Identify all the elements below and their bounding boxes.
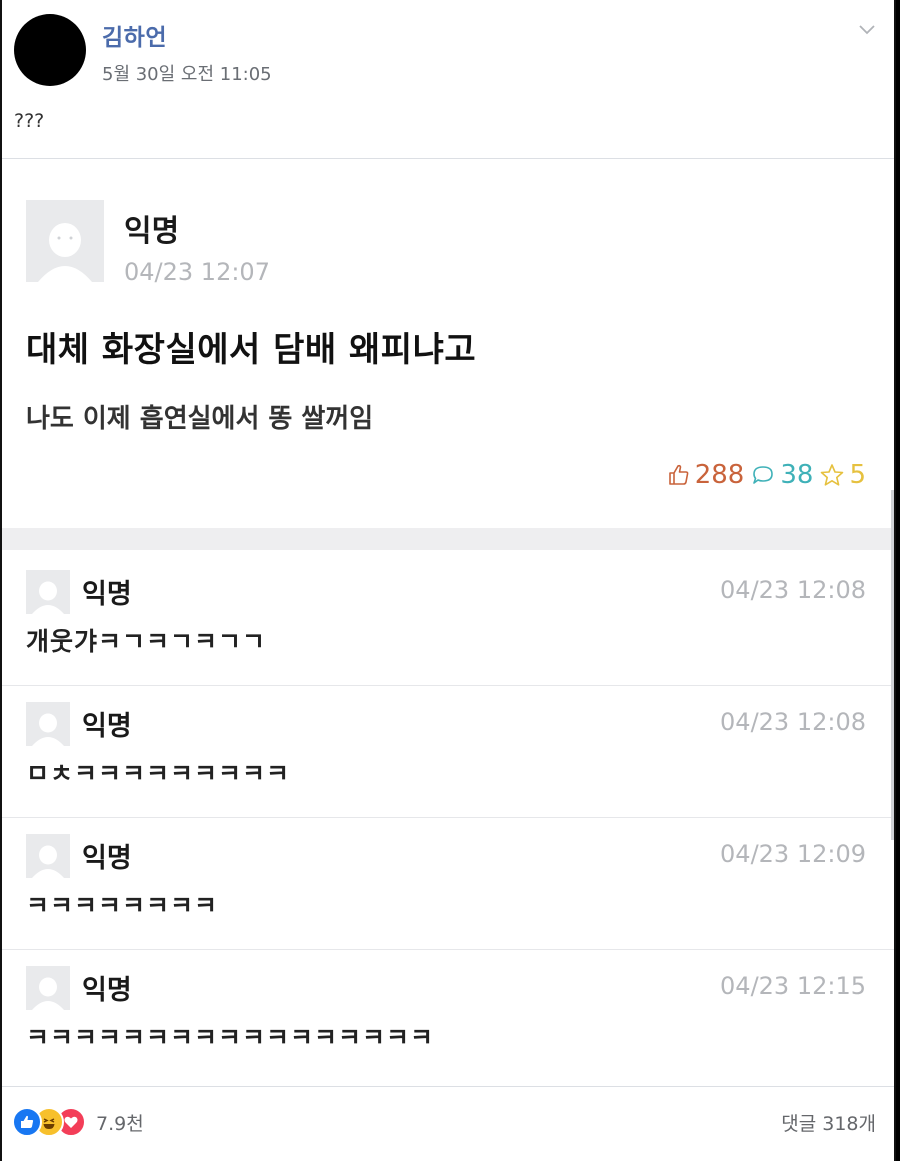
- section-divider: [2, 528, 894, 550]
- like-stat: 288: [667, 460, 745, 490]
- default-profile-icon: [26, 200, 104, 282]
- comment-time: 04/23 12:08: [720, 708, 866, 736]
- default-profile-icon: [26, 570, 70, 614]
- shared-post-stats: 288 38 5: [667, 460, 866, 490]
- comment-item: 익명 04/23 12:15 ㅋㅋㅋㅋㅋㅋㅋㅋㅋㅋㅋㅋㅋㅋㅋㅋㅋ: [2, 950, 894, 1081]
- facebook-post: 김하언 5월 30일 오전 11:05 ??? 익명 04/23 12:07 대…: [0, 0, 896, 1161]
- comment-avatar: [26, 966, 70, 1010]
- reaction-count[interactable]: 7.9천: [96, 1109, 144, 1136]
- default-profile-icon: [26, 834, 70, 878]
- comment-author: 익명: [82, 843, 132, 874]
- chevron-down-icon[interactable]: [858, 20, 876, 38]
- comment-count-stat: 38: [780, 460, 814, 490]
- shared-post-body: 나도 이제 흡연실에서 똥 쌀꺼임: [26, 404, 374, 434]
- default-profile-icon: [26, 702, 70, 746]
- comment-item: 익명 04/23 12:08 ㅁㅊㅋㅋㅋㅋㅋㅋㅋㅋㅋ: [2, 686, 894, 818]
- reaction-summary[interactable]: 7.9천: [12, 1107, 144, 1137]
- comment-avatar: [26, 702, 70, 746]
- comment-text: ㅋㅋㅋㅋㅋㅋㅋㅋ: [26, 891, 219, 920]
- comment-time: 04/23 12:09: [720, 840, 866, 868]
- comment-text: ㅋㅋㅋㅋㅋㅋㅋㅋㅋㅋㅋㅋㅋㅋㅋㅋㅋ: [26, 1023, 435, 1052]
- post-header: 김하언 5월 30일 오전 11:05 ???: [2, 0, 894, 159]
- like-icon: [12, 1107, 42, 1137]
- speech-bubble-icon: [753, 466, 774, 484]
- comment-author: 익명: [82, 711, 132, 742]
- comment-avatar: [26, 834, 70, 878]
- post-footer: 7.9천 댓글 318개: [2, 1086, 894, 1161]
- comment-avatar: [26, 570, 70, 614]
- star-icon: [821, 464, 844, 486]
- comment-author: 익명: [82, 579, 132, 610]
- scrap-stat: 5: [819, 460, 866, 490]
- post-timestamp[interactable]: 5월 30일 오전 11:05: [102, 60, 272, 86]
- comment-item: 익명 04/23 12:08 개웃갸ㅋㄱㅋㄱㅋㄱㄱ: [2, 554, 894, 686]
- comment-count[interactable]: 댓글 318개: [781, 1109, 876, 1136]
- default-profile-icon: [26, 966, 70, 1010]
- post-caption: ???: [14, 110, 45, 132]
- comment-time: 04/23 12:08: [720, 576, 866, 604]
- anonymous-avatar: [26, 200, 104, 282]
- like-count: 288: [694, 460, 745, 490]
- comment-item: 익명 04/23 12:09 ㅋㅋㅋㅋㅋㅋㅋㅋ: [2, 818, 894, 950]
- shared-post-title: 대체 화장실에서 담배 왜피냐고: [26, 330, 477, 370]
- scrollbar: [891, 490, 894, 840]
- comment-time: 04/23 12:15: [720, 972, 866, 1000]
- shared-post-time: 04/23 12:07: [124, 258, 270, 286]
- thumbs-up-icon: [668, 464, 689, 485]
- author-avatar[interactable]: [14, 14, 86, 86]
- comment-list: 익명 04/23 12:08 개웃갸ㅋㄱㅋㄱㅋㄱㄱ 익명 04/23 12:08…: [2, 554, 894, 1081]
- author-name[interactable]: 김하언: [102, 18, 167, 52]
- shared-post-author: 익명: [124, 214, 180, 249]
- scrap-count: 5: [849, 460, 866, 490]
- comment-stat: 38: [750, 460, 813, 490]
- comment-text: ㅁㅊㅋㅋㅋㅋㅋㅋㅋㅋㅋ: [26, 759, 291, 788]
- comment-text: 개웃갸ㅋㄱㅋㄱㅋㄱㄱ: [26, 627, 267, 656]
- comment-author: 익명: [82, 975, 132, 1006]
